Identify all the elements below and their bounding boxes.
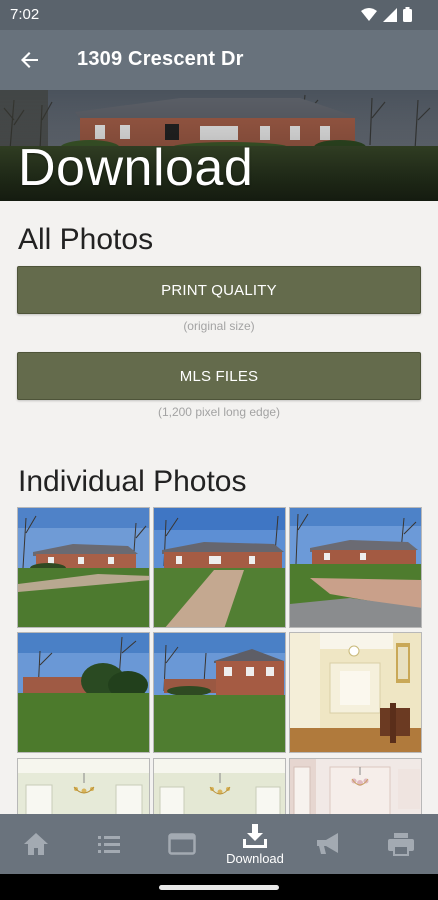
- photo-thumbnail[interactable]: [17, 632, 150, 753]
- status-bar: 7:02: [0, 0, 438, 30]
- exterior-photo: [154, 633, 285, 752]
- arrow-back-icon: [21, 52, 38, 68]
- all-photos-heading: All Photos: [18, 223, 154, 256]
- exterior-photo: [290, 508, 421, 627]
- printer-icon: [388, 833, 414, 856]
- mls-files-note: (1,200 pixel long edge): [157, 405, 281, 419]
- battery-icon: [403, 7, 412, 22]
- individual-photos-heading: Individual Photos: [18, 465, 247, 498]
- page-title: 1309 Crescent Dr: [77, 48, 244, 70]
- status-time: 7:02: [10, 6, 40, 23]
- home-gesture-bar[interactable]: [159, 885, 279, 890]
- bottom-nav: Download: [0, 814, 438, 874]
- nav-download[interactable]: Download: [219, 814, 291, 874]
- nav-list[interactable]: [73, 814, 145, 874]
- mls-files-button[interactable]: MLS FILES: [17, 352, 421, 400]
- app-bar: 1309 Crescent Dr: [0, 30, 438, 90]
- interior-photo: [290, 633, 421, 752]
- list-icon: [98, 836, 120, 853]
- photo-thumbnail[interactable]: [17, 758, 150, 814]
- interior-photo: [290, 759, 421, 814]
- hero-title: Download: [18, 139, 254, 197]
- print-quality-note: (original size): [183, 319, 255, 333]
- photo-thumbnail[interactable]: [289, 507, 422, 628]
- home-icon: [24, 833, 48, 855]
- system-nav-bar: [0, 874, 438, 900]
- nav-home[interactable]: [0, 814, 72, 874]
- back-button[interactable]: [10, 40, 50, 80]
- status-icons: [361, 7, 412, 22]
- photo-thumbnail[interactable]: [17, 507, 150, 628]
- nav-download-label: Download: [226, 850, 284, 866]
- exterior-photo: [18, 508, 149, 627]
- nav-print[interactable]: [365, 814, 437, 874]
- photo-grid: [17, 507, 422, 814]
- exterior-photo: [18, 633, 149, 752]
- megaphone-icon: [317, 833, 338, 854]
- download-icon: [243, 823, 267, 848]
- photo-thumbnail[interactable]: [289, 758, 422, 814]
- exterior-photo: [154, 508, 285, 627]
- hero-banner: Download: [0, 90, 438, 201]
- interior-photo: [154, 759, 285, 814]
- nav-window[interactable]: [146, 814, 218, 874]
- photo-thumbnail[interactable]: [153, 632, 286, 753]
- photo-thumbnail[interactable]: [153, 507, 286, 628]
- print-quality-button[interactable]: PRINT QUALITY: [17, 266, 421, 314]
- interior-photo: [18, 759, 149, 814]
- wifi-icon: [361, 7, 377, 21]
- photo-thumbnail[interactable]: [289, 632, 422, 753]
- nav-announce[interactable]: [292, 814, 364, 874]
- window-icon: [168, 833, 196, 855]
- cell-signal-icon: [383, 7, 397, 22]
- photo-thumbnail[interactable]: [153, 758, 286, 814]
